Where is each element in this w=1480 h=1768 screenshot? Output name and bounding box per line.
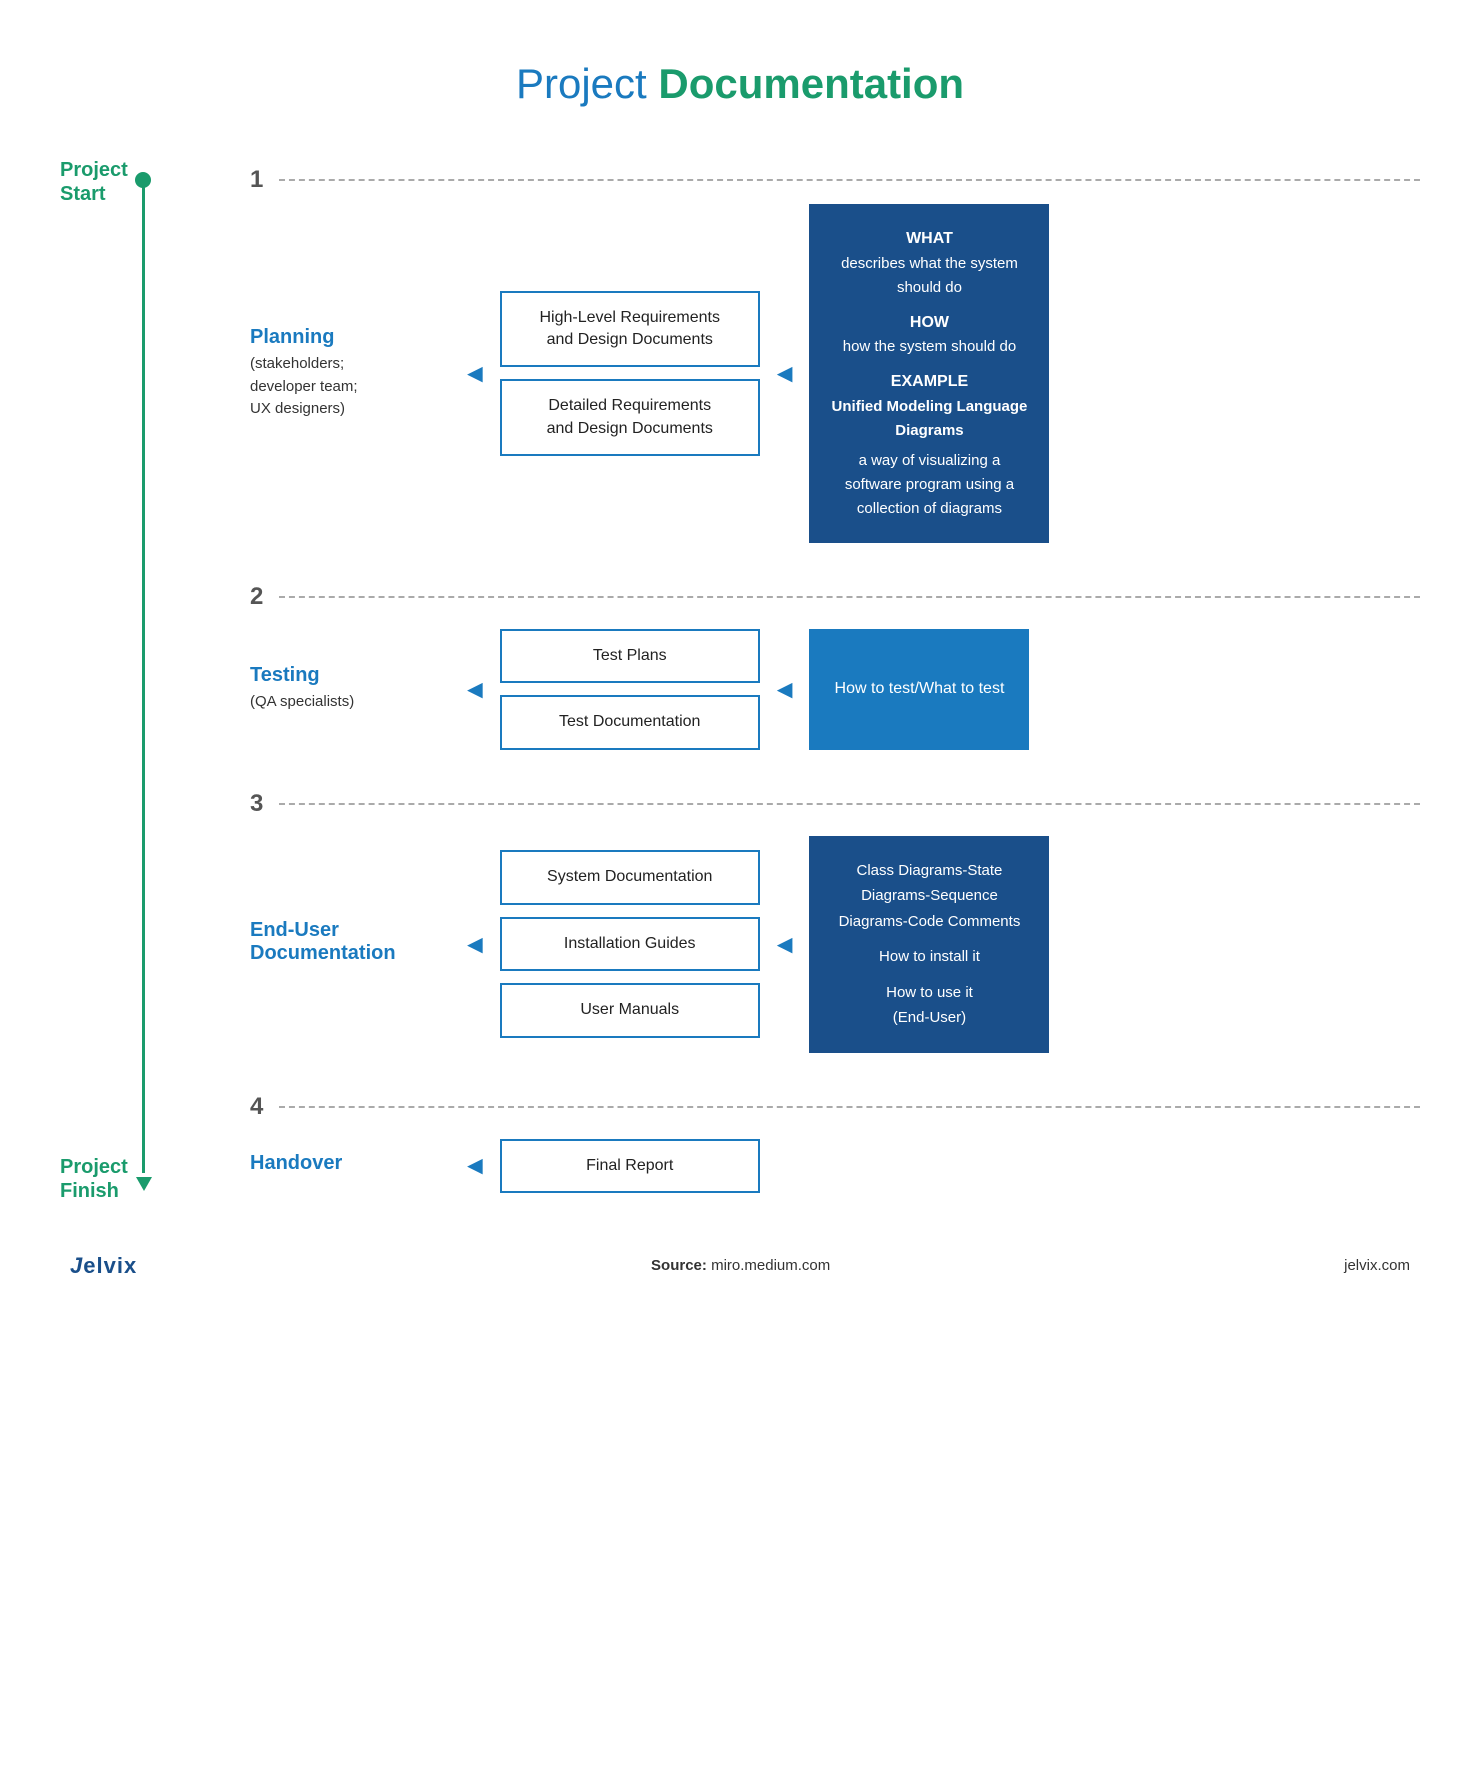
phase-1-dashed-line: [279, 179, 1420, 181]
phase-2-section: 2 Testing (QA specialists) ◄ Test Plans …: [250, 583, 1420, 780]
phase-1-info-panel: WHAT describes what the systemshould do …: [809, 204, 1049, 543]
phase-1-docs: High-Level Requirementsand Design Docume…: [500, 291, 760, 457]
project-start-label: ProjectStart: [60, 158, 130, 206]
phase-3-number-row: 3: [250, 790, 1420, 818]
phase-2-docs: Test Plans Test Documentation: [500, 629, 760, 750]
footer-logo-j: J: [70, 1253, 83, 1278]
vertical-line: [142, 178, 145, 1173]
title-part2: Documentation: [658, 60, 964, 107]
footer-source-label: Source:: [651, 1257, 707, 1274]
phase-2-dashed-line: [279, 596, 1420, 598]
doc-box-test-plans: Test Plans: [500, 629, 760, 683]
project-finish-text: ProjectFinish: [60, 1155, 130, 1203]
phase-3-number: 3: [250, 790, 263, 818]
phase-3-arrow: ◄: [450, 929, 500, 960]
info-how-text: how the system should do: [829, 335, 1029, 359]
info-what-text: describes what the systemshould do: [829, 252, 1029, 300]
phase-2-number-row: 2: [250, 583, 1420, 611]
phase-3-info-diagrams: Class Diagrams-StateDiagrams-SequenceDia…: [829, 858, 1029, 935]
doc-box-test-doc: Test Documentation: [500, 695, 760, 749]
timeline-column: ProjectStart ProjectFinish: [60, 158, 230, 1233]
phase-4-number: 4: [250, 1093, 263, 1121]
phase-1-arrow-info: ◄: [760, 358, 810, 389]
phase-2-label-sub: (QA specialists): [250, 691, 440, 714]
phase-4-section: 4 Handover ◄ Final Report: [250, 1093, 1420, 1223]
phase-3-label-col: End-UserDocumentation: [250, 919, 450, 969]
start-dot: [135, 172, 151, 188]
phase-4-docs: Final Report: [500, 1139, 760, 1193]
phase-4-label-title: Handover: [250, 1152, 440, 1175]
phase-1-label-col: Planning (stakeholders;developer team;UX…: [250, 326, 450, 421]
phase-4-label-col: Handover: [250, 1152, 450, 1179]
phase-2-info-panel: How to test/What to test: [809, 629, 1029, 750]
phase-3-section: 3 End-UserDocumentation ◄ System Documen…: [250, 790, 1420, 1083]
footer-source: Source: miro.medium.com: [651, 1257, 830, 1274]
phase-2-label-col: Testing (QA specialists): [250, 664, 450, 714]
phase-2-arrow: ◄: [450, 674, 500, 705]
project-finish-label: ProjectFinish: [60, 1155, 130, 1203]
doc-box-system-doc: System Documentation: [500, 850, 760, 904]
phase-3-arrow-info: ◄: [760, 929, 810, 960]
info-what-label: WHAT: [829, 226, 1029, 252]
phase-2-arrow-info: ◄: [760, 674, 810, 705]
footer-source-value: miro.medium.com: [711, 1257, 830, 1274]
info-example-label: EXAMPLE: [829, 369, 1029, 395]
doc-box-user-manuals: User Manuals: [500, 983, 760, 1037]
end-arrow: [136, 1177, 152, 1191]
page: Project Documentation ProjectStart Proje…: [0, 0, 1480, 1768]
phase-1-label-title: Planning: [250, 326, 440, 349]
title-part1: Project: [516, 60, 658, 107]
phase-1-arrow: ◄: [450, 358, 500, 389]
info-example-title: Unified Modeling LanguageDiagrams: [829, 395, 1029, 443]
project-start-text: ProjectStart: [60, 158, 130, 206]
main-layout: ProjectStart ProjectFinish 1 Pla: [60, 158, 1420, 1233]
info-example-text: a way of visualizing asoftware program u…: [829, 449, 1029, 521]
phase-4-content: Handover ◄ Final Report: [250, 1139, 1420, 1223]
phase-1-section: 1 Planning (stakeholders;developer team;…: [250, 158, 1420, 573]
doc-box-detailed: Detailed Requirementsand Design Document…: [500, 379, 760, 456]
phase-2-content: Testing (QA specialists) ◄ Test Plans Te…: [250, 629, 1420, 780]
footer-url: jelvix.com: [1344, 1257, 1410, 1274]
phase-3-info-use: How to use it(End-User): [829, 980, 1029, 1031]
phase-2-number: 2: [250, 583, 263, 611]
phase-1-label-sub: (stakeholders;developer team;UX designer…: [250, 353, 440, 421]
footer: Jelvix Source: miro.medium.com jelvix.co…: [60, 1253, 1420, 1279]
footer-logo: Jelvix: [70, 1253, 137, 1279]
phase-4-number-row: 4: [250, 1093, 1420, 1121]
phase-3-label-title: End-UserDocumentation: [250, 919, 440, 965]
phase-1-content: Planning (stakeholders;developer team;UX…: [250, 204, 1420, 573]
phase-2-label-title: Testing: [250, 664, 440, 687]
phase-3-info-panel: Class Diagrams-StateDiagrams-SequenceDia…: [809, 836, 1049, 1053]
content-area: 1 Planning (stakeholders;developer team;…: [230, 158, 1420, 1233]
phase-4-dashed-line: [279, 1106, 1420, 1108]
phase-3-info-install: How to install it: [829, 944, 1029, 970]
doc-box-install-guides: Installation Guides: [500, 917, 760, 971]
footer-logo-rest: elvix: [83, 1253, 137, 1278]
page-title: Project Documentation: [60, 40, 1420, 108]
phase-1-number-row: 1: [250, 166, 1420, 194]
phase-3-docs: System Documentation Installation Guides…: [500, 850, 760, 1037]
phase-3-content: End-UserDocumentation ◄ System Documenta…: [250, 836, 1420, 1083]
phase-3-dashed-line: [279, 803, 1420, 805]
phase-2-info-text: How to test/What to test: [835, 676, 1005, 702]
doc-box-final-report: Final Report: [500, 1139, 760, 1193]
doc-box-high-level: High-Level Requirementsand Design Docume…: [500, 291, 760, 368]
info-how-label: HOW: [829, 310, 1029, 336]
phase-4-arrow: ◄: [450, 1150, 500, 1181]
phase-1-number: 1: [250, 166, 263, 194]
